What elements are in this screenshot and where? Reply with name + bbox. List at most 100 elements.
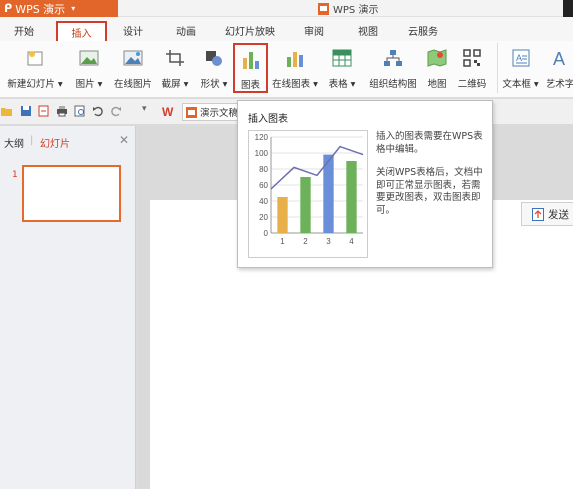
tab-slides[interactable]: 幻灯片 — [40, 135, 70, 150]
chart-y-tick-label: 60 — [259, 181, 268, 190]
tab-review[interactable]: 审阅 — [296, 21, 332, 39]
online-chart-label: 在线图表 ▾ — [272, 79, 318, 90]
tooltip-desc-2: 关闭WPS表格后，文档中即可正常显示图表，若需要更改图表，双击图表即可。 — [376, 167, 483, 216]
chart-icon — [240, 49, 262, 70]
presentation-file-icon — [186, 106, 197, 118]
online-picture-icon — [122, 47, 144, 69]
qrcode-button[interactable]: 二维码 — [454, 43, 490, 93]
online-chart-button[interactable]: 在线图表 ▾ — [269, 43, 321, 93]
new-slide-button[interactable]: 新建幻灯片 ▾ — [3, 43, 67, 93]
org-chart-button[interactable]: 组织结构图 — [364, 43, 422, 93]
chart-bar — [346, 161, 357, 233]
chart-bar — [277, 197, 288, 233]
tooltip-chart-preview: 0 20 40 60 80 100 120 1 2 3 4 — [248, 130, 368, 258]
chart-label: 图表 — [240, 80, 260, 91]
document-tab-title: 演示文稿 — [200, 108, 239, 119]
chart-y-tick-label: 40 — [259, 197, 268, 206]
print-preview-icon[interactable] — [74, 105, 86, 117]
window-title: WPS 演示 — [318, 1, 378, 16]
chart-bar — [300, 177, 311, 233]
picture-label: 图片 ▾ — [75, 79, 103, 90]
chart-svg: 0 20 40 60 80 100 120 1 2 3 4 — [255, 133, 364, 246]
svg-text:W: W — [162, 105, 174, 117]
qrcode-label: 二维码 — [457, 79, 487, 90]
chevron-down-icon: ▾ — [71, 4, 76, 13]
online-chart-icon — [284, 47, 306, 69]
tab-slideshow[interactable]: 幻灯片放映 — [218, 21, 282, 39]
textbox-label: 文本框 ▾ — [502, 79, 539, 90]
menu-bar: 开始 插入 设计 动画 幻灯片放映 审阅 视图 云服务 — [0, 17, 573, 41]
chart-button[interactable]: 图表 — [233, 43, 268, 93]
tab-outline[interactable]: 大纲 — [4, 135, 24, 150]
chart-x-tick-label: 1 — [280, 237, 285, 246]
svg-text:A: A — [516, 53, 522, 63]
map-button[interactable]: 地图 — [424, 43, 450, 93]
shape-label: 形状 ▾ — [200, 79, 228, 90]
app-menu-button[interactable]: ᑭ WPS 演示 ▾ — [0, 0, 118, 17]
tab-home[interactable]: 开始 — [6, 21, 42, 39]
chart-x-tick-label: 3 — [326, 237, 331, 246]
tab-design[interactable]: 设计 — [116, 21, 150, 39]
svg-text:A: A — [553, 49, 565, 68]
org-chart-label: 组织结构图 — [369, 79, 417, 90]
new-slide-label: 新建幻灯片 ▾ — [7, 79, 63, 90]
window-title-text: WPS 演示 — [333, 5, 379, 16]
redo-icon[interactable] — [110, 105, 122, 117]
tooltip-title: 插入图表 — [248, 114, 288, 125]
send-icon — [532, 207, 544, 221]
screenshot-icon — [164, 47, 186, 69]
ribbon: 新建幻灯片 ▾ 图片 ▾ 在线图片 截屏 ▾ 形状 ▾ 图表 在线图表 ▾ 表格… — [0, 41, 573, 98]
map-icon — [426, 47, 448, 69]
tab-animation[interactable]: 动画 — [168, 21, 204, 39]
qrcode-icon — [461, 47, 483, 69]
tab-divider: | — [30, 135, 34, 146]
shape-icon — [203, 47, 225, 69]
chart-tooltip: 插入图表 0 20 40 60 80 100 120 1 2 3 4 插入的图表需要在WPS表格中编… — [237, 100, 493, 268]
send-button[interactable]: 发送 — [521, 202, 573, 226]
chart-y-tick-label: 20 — [259, 213, 268, 222]
app-name: WPS 演示 — [15, 2, 66, 16]
document-tab[interactable]: 演示文稿 — [182, 103, 242, 121]
tooltip-description: 插入的图表需要在WPS表格中编辑。 关闭WPS表格后，文档中即可正常显示图表，若… — [376, 131, 486, 228]
screenshot-button[interactable]: 截屏 ▾ — [160, 43, 190, 93]
screenshot-label: 截屏 ▾ — [161, 79, 189, 90]
chart-x-tick-label: 2 — [303, 237, 308, 246]
tab-view[interactable]: 视图 — [350, 21, 386, 39]
shape-button[interactable]: 形状 ▾ — [197, 43, 231, 93]
export-pdf-icon[interactable] — [38, 105, 50, 117]
close-icon[interactable]: ✕ — [119, 133, 129, 147]
picture-icon — [78, 47, 100, 69]
org-chart-icon — [382, 47, 404, 69]
customize-dropdown-icon[interactable]: ▾ — [142, 104, 154, 116]
chart-y-tick-label: 80 — [259, 165, 268, 174]
chart-y-tick-label: 120 — [255, 133, 269, 142]
chart-y-tick-label: 0 — [264, 229, 269, 238]
presentation-doc-icon — [318, 2, 329, 15]
online-picture-label: 在线图片 — [113, 79, 152, 90]
tab-cloud[interactable]: 云服务 — [400, 21, 446, 39]
table-icon — [331, 47, 353, 69]
online-picture-button[interactable]: 在线图片 — [110, 43, 156, 93]
undo-icon[interactable] — [92, 105, 104, 117]
slide-thumbnail[interactable] — [22, 165, 121, 222]
chart-y-tick-label: 100 — [255, 149, 269, 158]
window-control[interactable] — [563, 0, 573, 17]
slide-number: 1 — [12, 170, 18, 180]
chart-x-tick-label: 4 — [349, 237, 354, 246]
tab-insert[interactable]: 插入 — [56, 21, 107, 41]
print-icon[interactable] — [56, 105, 68, 117]
picture-button[interactable]: 图片 ▾ — [72, 43, 106, 93]
wordart-button[interactable]: A 艺术字 — [547, 43, 573, 93]
wps-w-icon[interactable]: W — [162, 105, 174, 117]
textbox-button[interactable]: A 文本框 ▾ — [497, 43, 543, 93]
new-slide-icon — [24, 47, 46, 69]
wps-logo-icon: ᑭ — [4, 2, 13, 15]
textbox-icon: A — [510, 47, 532, 69]
open-folder-icon[interactable] — [1, 105, 13, 117]
wordart-label: 艺术字 — [547, 79, 573, 90]
map-label: 地图 — [427, 79, 447, 90]
wordart-icon: A — [549, 47, 571, 69]
save-icon[interactable] — [20, 105, 32, 117]
table-button[interactable]: 表格 ▾ — [325, 43, 359, 93]
table-label: 表格 ▾ — [328, 79, 356, 90]
